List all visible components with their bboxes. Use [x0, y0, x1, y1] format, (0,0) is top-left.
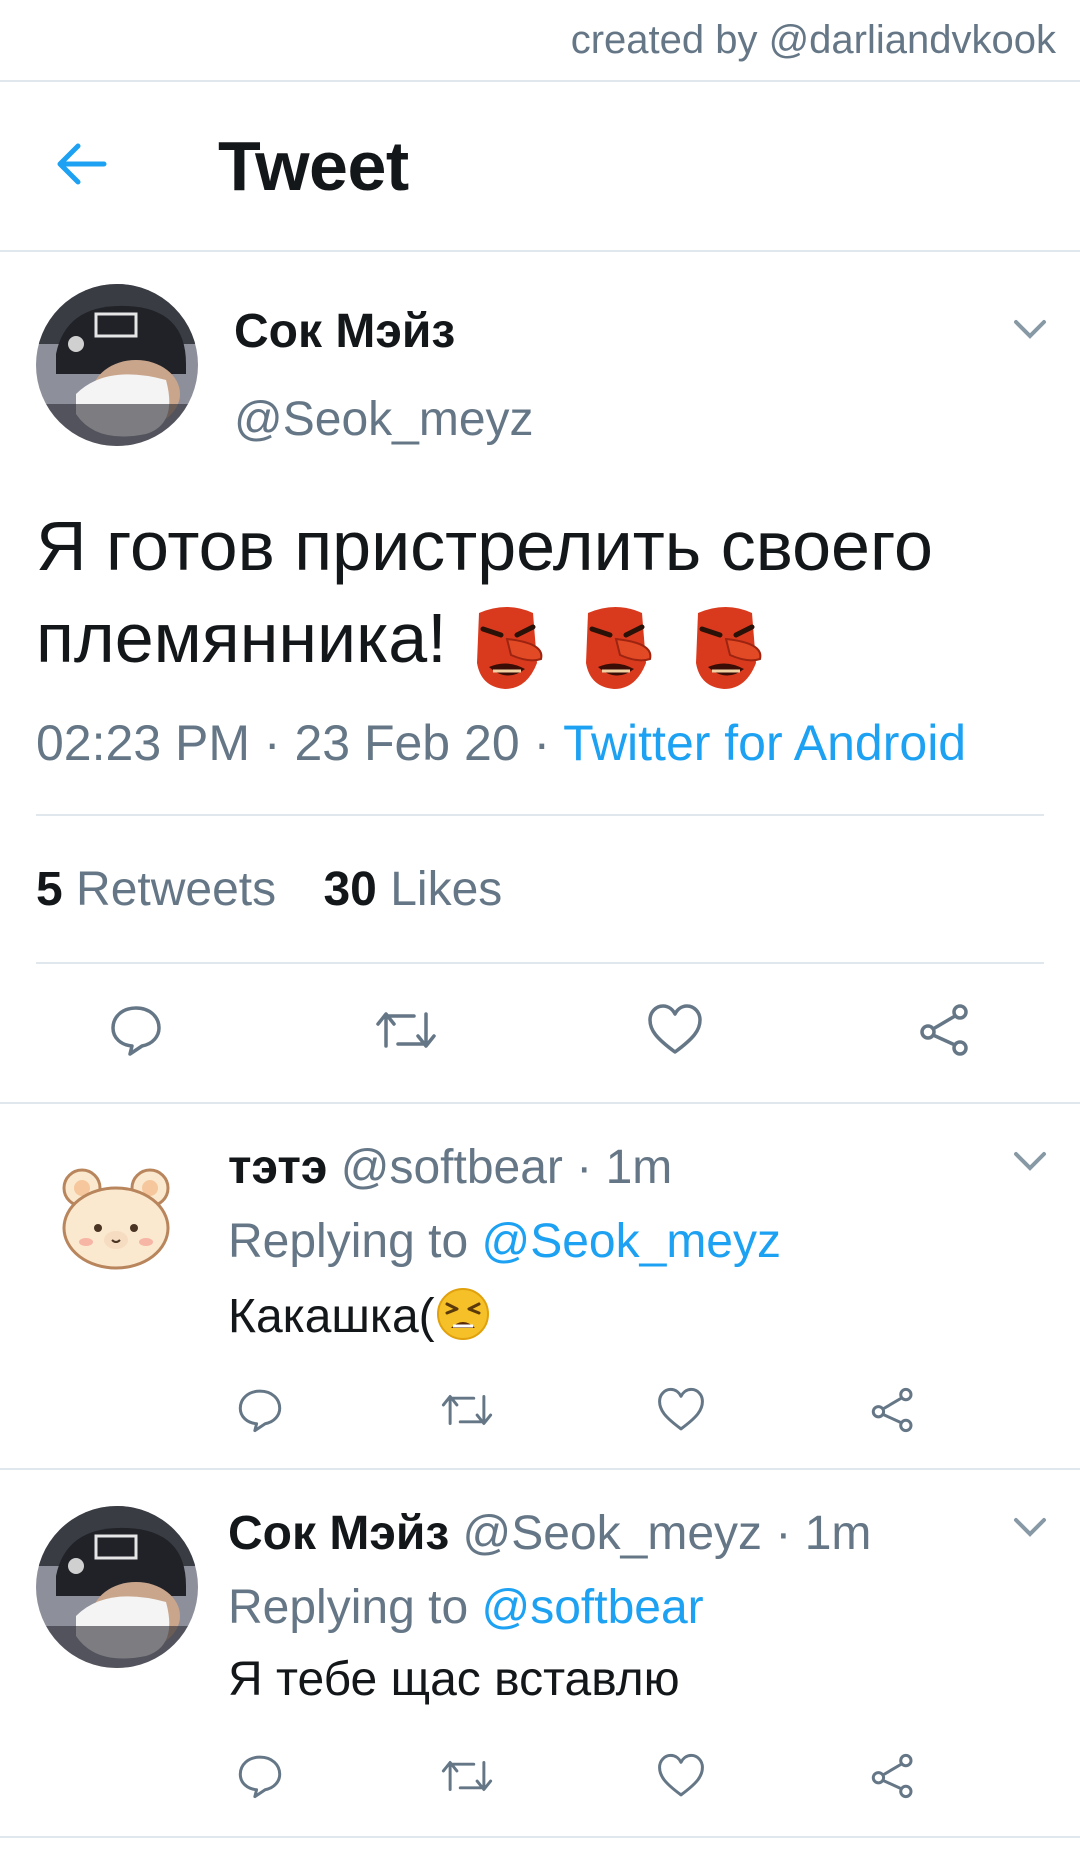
reply-text: Я тебе щас вставлю [228, 1653, 680, 1706]
divider [36, 962, 1044, 964]
divider [0, 1836, 1080, 1838]
replying-prefix: Replying to [228, 1215, 482, 1268]
replying-to: Replying to @softbear [228, 1580, 704, 1635]
reply-text: Какашка( [228, 1290, 435, 1343]
like-icon[interactable] [656, 1386, 706, 1439]
tweet-stats: 5 Retweets 30 Likes [36, 862, 502, 917]
meta-separator: · [250, 715, 295, 771]
goblin-mask-icon [476, 607, 543, 690]
divider [0, 1468, 1080, 1470]
likes-count: 30 [323, 863, 377, 916]
retweet-icon[interactable] [374, 1002, 438, 1063]
like-icon[interactable] [646, 1002, 704, 1063]
watermark-text: created by @darliandvkook [570, 18, 1056, 62]
reply-icon[interactable] [236, 1752, 284, 1805]
reply-dot: · [562, 1141, 606, 1194]
retweets-stat[interactable]: 5 Retweets [36, 863, 276, 916]
tweet-date: 23 Feb 20 [294, 715, 520, 771]
retweet-icon[interactable] [440, 1752, 494, 1805]
likes-stat[interactable]: 30 Likes [323, 863, 502, 916]
reply-icon[interactable] [236, 1386, 284, 1439]
reply-icon[interactable] [108, 1002, 164, 1063]
meta-separator: · [519, 715, 564, 771]
tweet-time: 02:23 PM [36, 715, 251, 771]
tweet-meta: 02:23 PM · 23 Feb 20 · Twitter for Andro… [36, 714, 966, 772]
retweets-label: Retweets [76, 863, 277, 916]
replying-to: Replying to @Seok_meyz [228, 1214, 781, 1269]
share-icon[interactable] [868, 1752, 918, 1805]
replying-to-link[interactable]: @softbear [481, 1581, 703, 1634]
chevron-down-icon[interactable] [1010, 1150, 1050, 1174]
reply-header: тэтэ @softbear · 1m [228, 1140, 672, 1195]
likes-label: Likes [390, 863, 503, 916]
emoji-group [467, 596, 776, 692]
replying-prefix: Replying to [228, 1581, 482, 1634]
author-handle[interactable]: @Seok_meyz [234, 392, 534, 447]
author-name[interactable]: Сок Мэйз [234, 304, 455, 359]
tired-face-icon [436, 1288, 489, 1340]
tweet-source-link[interactable]: Twitter for Android [563, 715, 966, 771]
chevron-down-icon[interactable] [1010, 1516, 1050, 1540]
retweets-count: 5 [36, 863, 63, 916]
divider [0, 250, 1080, 252]
replying-to-link[interactable]: @Seok_meyz [481, 1215, 781, 1268]
reply-author-name[interactable]: Сок Мэйз [228, 1507, 449, 1560]
page-title: Tweet [218, 127, 409, 205]
share-icon[interactable] [868, 1386, 918, 1439]
reply-time: 1m [605, 1141, 673, 1194]
reply-time: 1m [804, 1507, 872, 1560]
goblin-mask-icon [695, 607, 761, 690]
reply-author-name[interactable]: тэтэ [228, 1141, 327, 1194]
reply-author-handle[interactable]: @Seok_meyz [463, 1507, 763, 1560]
avatar[interactable] [36, 1506, 198, 1668]
goblin-mask-icon [586, 607, 652, 690]
divider [0, 80, 1080, 82]
retweet-icon[interactable] [440, 1386, 494, 1439]
avatar[interactable] [56, 1168, 176, 1272]
like-icon[interactable] [656, 1752, 706, 1805]
chevron-down-icon[interactable] [1010, 318, 1050, 342]
reply-dot: · [762, 1507, 805, 1560]
reply-header: Сок Мэйз @Seok_meyz · 1m [228, 1506, 871, 1561]
divider [36, 814, 1044, 816]
share-icon[interactable] [916, 1002, 974, 1063]
tweet-body: Я готов пристрелить своего племянника! [36, 500, 1046, 691]
divider [0, 1102, 1080, 1104]
avatar[interactable] [36, 284, 198, 446]
reply-author-handle[interactable]: @softbear [341, 1141, 563, 1194]
reply-text-row: Какашка( [228, 1286, 491, 1344]
back-arrow-icon[interactable] [52, 134, 112, 194]
